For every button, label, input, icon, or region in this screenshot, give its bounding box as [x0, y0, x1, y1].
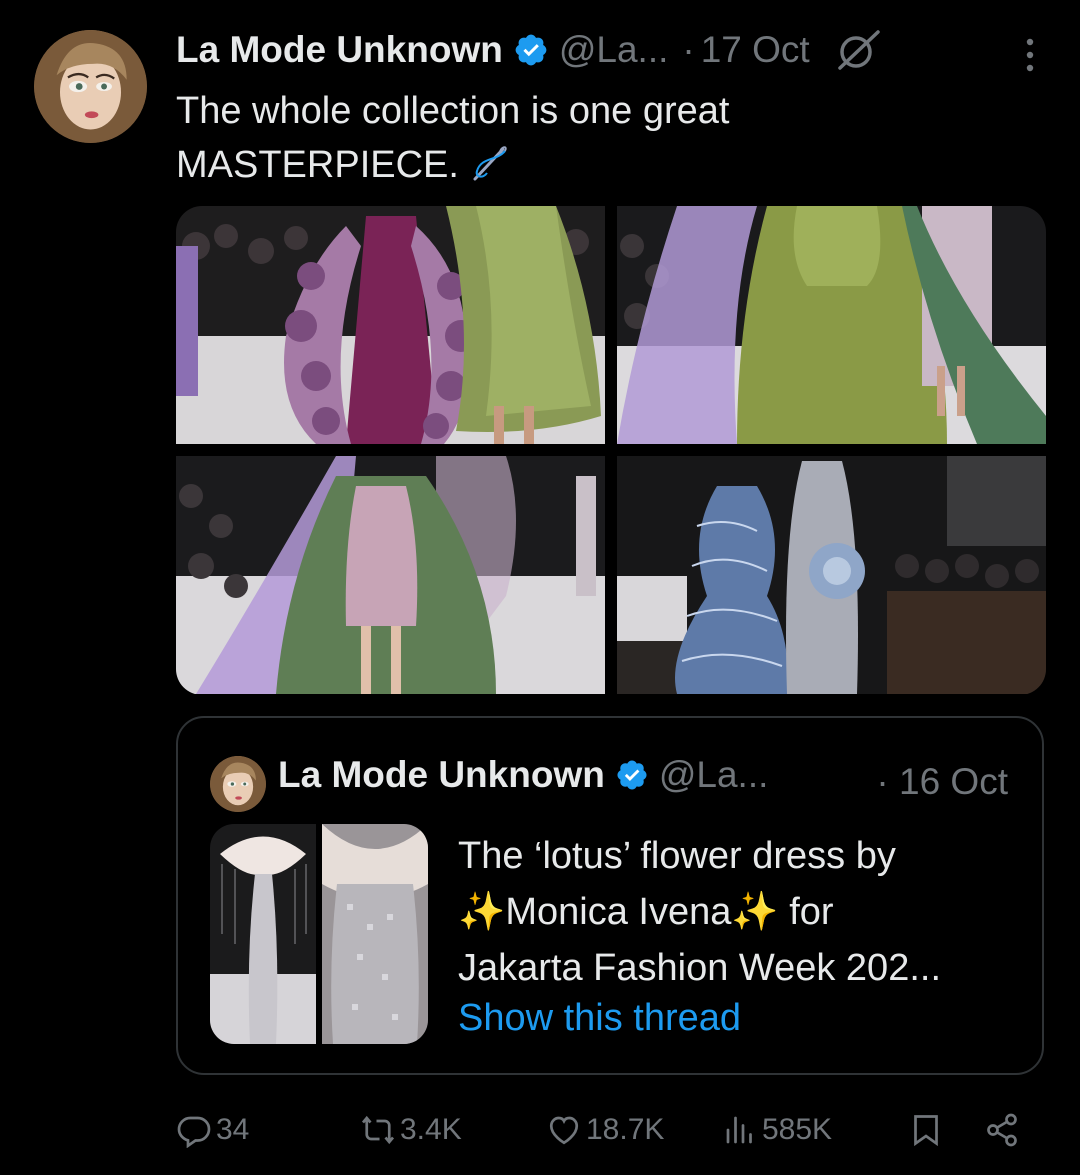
tweet-date[interactable]: 17 Oct	[701, 29, 810, 71]
share-icon	[987, 1113, 1017, 1147]
quoted-author-handle[interactable]: @La...	[659, 754, 769, 796]
more-options-icon[interactable]	[1024, 38, 1036, 72]
quoted-text-line-1: The ‘lotus’ flower dress by	[458, 835, 896, 877]
lotus-dress-photo-1	[210, 824, 316, 1044]
needle-icon	[473, 146, 507, 181]
runway-photo-blue-ruffle	[617, 456, 1046, 694]
separator-dot: ·	[682, 29, 695, 70]
tweet-text-line-1: The whole collection is one great	[176, 90, 730, 132]
media-image-1[interactable]	[176, 206, 605, 444]
quoted-tweet-text: The ‘lotus’ flower dress by ✨Monica Iven…	[458, 828, 1028, 1040]
quoted-author-name[interactable]: La Mode Unknown	[278, 754, 605, 796]
repost-button[interactable]: 3.4K	[360, 1100, 462, 1160]
designer-name: Monica Ivena	[505, 891, 732, 933]
quoted-text-line-3: Jakarta Fashion Week 202...	[458, 947, 941, 989]
quoted-tweet-header: La Mode Unknown @La...	[278, 754, 768, 796]
tweet-text-line-2: MASTERPIECE.	[176, 144, 459, 186]
like-button[interactable]: 18.7K	[546, 1100, 664, 1160]
quoted-media-thumbnail[interactable]	[210, 824, 428, 1044]
grok-icon[interactable]	[832, 28, 884, 72]
quoted-avatar-portrait-image	[210, 756, 266, 812]
media-image-2[interactable]	[617, 206, 1046, 444]
runway-photo-green-gown	[617, 206, 1046, 444]
repost-icon	[361, 1115, 395, 1145]
bookmark-icon	[914, 1115, 938, 1147]
avatar-portrait-image	[34, 30, 147, 143]
quoted-text-line-2: ✨Monica Ivena✨ for	[458, 884, 1028, 940]
sparkles-emoji: ✨	[458, 891, 506, 933]
quoted-tweet-card[interactable]: La Mode Unknown @La... · 16 Oct The ‘lot…	[176, 716, 1044, 1075]
verified-badge-icon[interactable]	[513, 32, 549, 68]
author-avatar[interactable]	[34, 30, 147, 143]
author-handle[interactable]: @La...	[559, 29, 669, 71]
quoted-tweet-date[interactable]: 16 Oct	[899, 761, 1008, 802]
tweet-text: The whole collection is one great MASTER…	[176, 84, 996, 192]
repost-count: 3.4K	[400, 1113, 462, 1146]
runway-photo-purple-floral	[176, 206, 605, 444]
runway-photo-green-cape	[176, 456, 605, 694]
author-name[interactable]: La Mode Unknown	[176, 29, 503, 71]
media-image-3[interactable]	[176, 456, 605, 694]
show-thread-link[interactable]: Show this thread	[458, 996, 1028, 1040]
quoted-date-group: · 16 Oct	[876, 754, 1008, 810]
media-grid	[176, 206, 1046, 695]
quoted-author-avatar[interactable]	[210, 756, 266, 812]
reply-button[interactable]: 34	[176, 1100, 249, 1160]
sparkles-emoji: ✨	[731, 891, 779, 933]
views-count: 585K	[762, 1113, 833, 1146]
tweet-header: La Mode Unknown @La... · 17 Oct	[176, 26, 1040, 74]
like-count: 18.7K	[586, 1113, 665, 1146]
views-button[interactable]: 585K	[722, 1100, 832, 1160]
quoted-text-line-2-rest: for	[778, 891, 834, 933]
bookmark-button[interactable]	[908, 1100, 944, 1160]
views-icon	[726, 1116, 752, 1144]
tweet-actions-bar: 34 3.4K 18.7K 585K	[176, 1100, 1036, 1160]
media-image-4[interactable]	[617, 456, 1046, 694]
lotus-dress-photo-2	[322, 824, 428, 1044]
reply-icon	[177, 1116, 211, 1148]
quoted-verified-badge-icon	[617, 760, 647, 790]
reply-count: 34	[216, 1113, 250, 1146]
heart-icon	[549, 1116, 579, 1145]
quoted-separator-dot: ·	[876, 761, 889, 802]
share-button[interactable]	[984, 1100, 1020, 1160]
